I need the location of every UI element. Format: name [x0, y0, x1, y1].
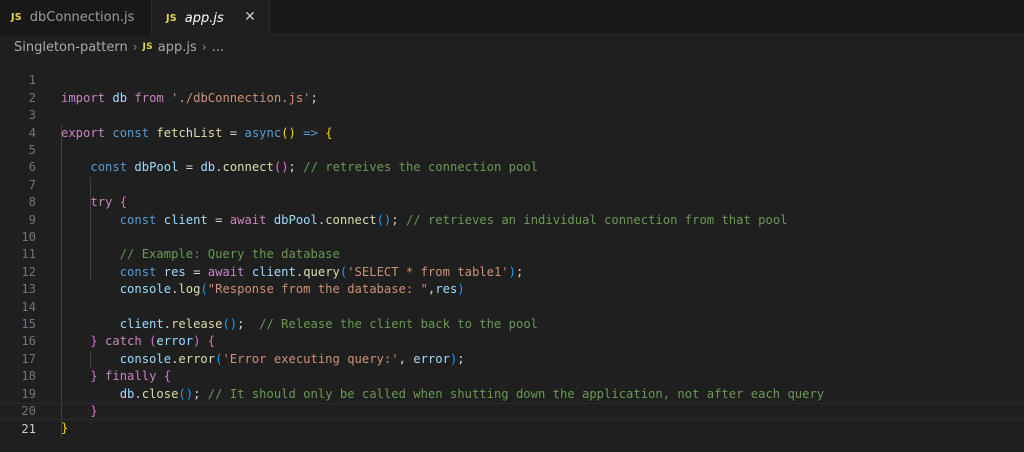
code-line: 13	[0, 264, 1024, 296]
chevron-right-icon: ›	[201, 40, 207, 54]
code-line: 1 import db from './dbConnection.js';	[0, 55, 1024, 104]
code-content: }	[61, 420, 68, 437]
code-line: 11 const res = await client.query('SELEC…	[0, 229, 1024, 278]
tab-dbconnection-js[interactable]: JS dbConnection.js	[0, 0, 152, 35]
tab-app-js[interactable]: JS app.js ✕	[152, 0, 270, 36]
code-line: 6	[0, 142, 1024, 174]
line-number: 21	[21, 422, 36, 437]
code-line-current[interactable]: 21	[0, 403, 1024, 436]
code-line: 16 console.error('Error executing query:…	[0, 316, 1024, 365]
token: }	[61, 421, 69, 436]
javascript-file-icon: JS	[11, 12, 22, 23]
javascript-file-icon: JS	[166, 12, 177, 24]
breadcrumb-file[interactable]: app.js	[158, 40, 197, 55]
code-line: 2	[0, 72, 1024, 105]
code-line: 15 } catch (error) {	[0, 299, 1024, 348]
code-line: 3 export const fetchList = async() => {	[0, 90, 1024, 139]
code-editor[interactable]: 1 import db from './dbConnection.js'; 2 …	[0, 55, 1024, 452]
breadcrumb-folder[interactable]: Singleton-pattern	[14, 40, 128, 55]
code-line: 12 console.log("Response from the databa…	[0, 246, 1024, 296]
code-line: 9	[0, 194, 1024, 227]
tab-label: dbConnection.js	[29, 10, 135, 25]
code-line: 8 const client = await dbPool.connect();…	[0, 177, 1024, 226]
code-line: 18 db.close(); // It should only be call…	[0, 351, 1024, 400]
code-line: 5 const dbPool = db.connect(); // retrei…	[0, 125, 1024, 174]
breadcrumb-symbols[interactable]: ...	[212, 40, 224, 55]
code-line: 17 } finally {	[0, 333, 1024, 383]
code-line: 14 client.release(); // Release the clie…	[0, 281, 1024, 331]
close-icon[interactable]: ✕	[241, 8, 259, 26]
javascript-file-icon: JS	[142, 42, 153, 52]
code-line: 20 }	[0, 386, 1024, 435]
code-line: 19 }	[0, 368, 1024, 418]
tab-bar: JS dbConnection.js JS app.js ✕	[0, 0, 1024, 36]
code-line: 10 // Example: Query the database	[0, 212, 1024, 261]
code-line: 7 try {	[0, 159, 1024, 209]
chevron-right-icon: ›	[132, 40, 138, 54]
tab-label: app.js	[184, 10, 224, 26]
code-line: 4	[0, 107, 1024, 140]
